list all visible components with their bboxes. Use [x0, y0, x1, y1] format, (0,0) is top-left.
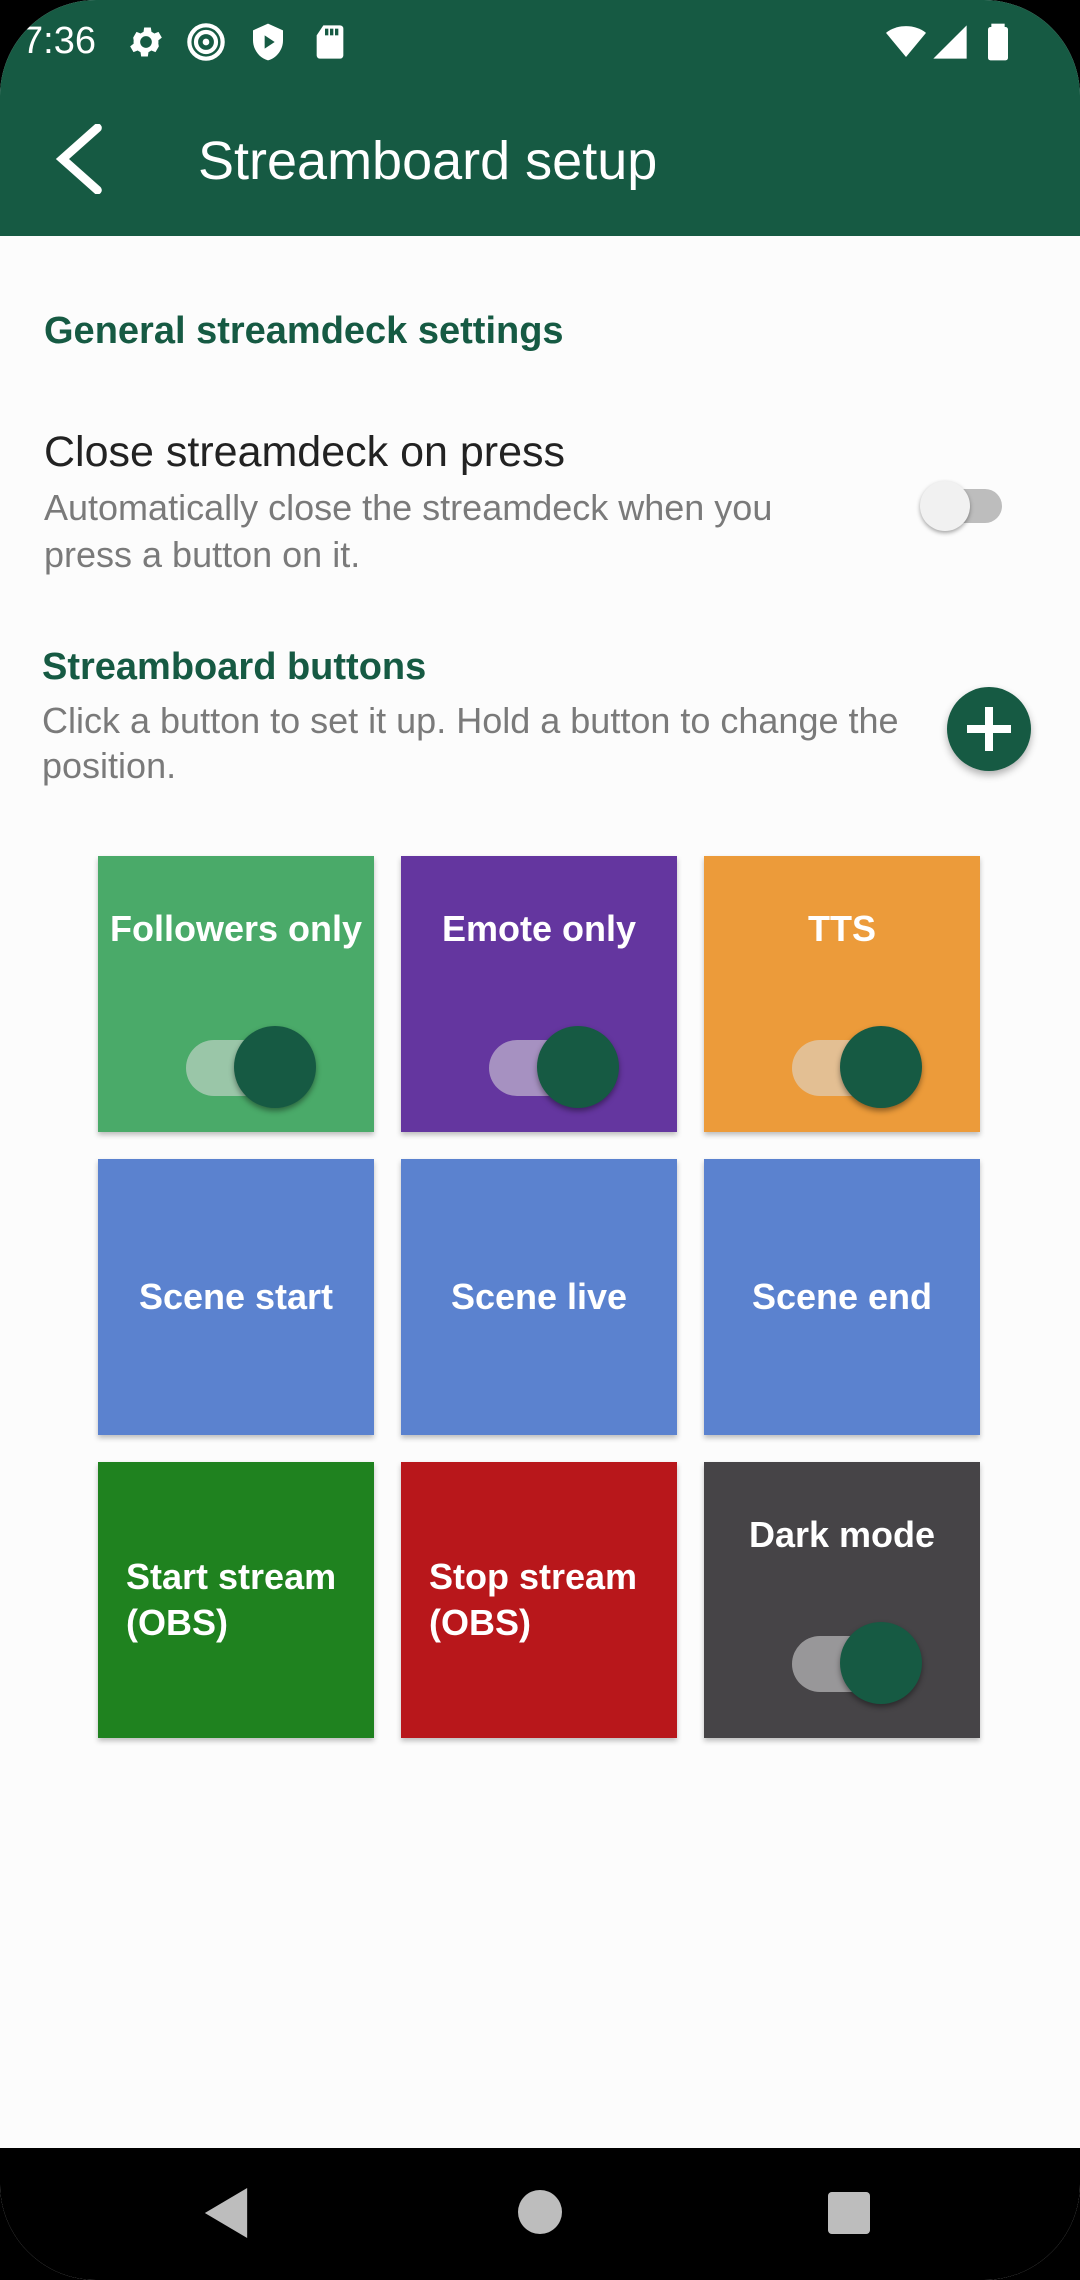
app-bar: 7:36 Streamboard setup [0, 0, 1080, 236]
wifi-icon [886, 26, 926, 57]
tile-dark-mode[interactable]: Dark mode [704, 1462, 980, 1738]
tile-tts[interactable]: TTS [704, 856, 980, 1132]
add-button-fab[interactable] [947, 687, 1031, 771]
tile-toggle[interactable] [792, 1622, 922, 1704]
status-time: 7:36 [22, 20, 96, 62]
gear-icon [130, 27, 162, 57]
tile-label: TTS [808, 908, 876, 949]
tile-scene-end[interactable]: Scene end [704, 1159, 980, 1435]
tile-scene-live[interactable]: Scene live [401, 1159, 677, 1435]
tile-label: Followers only [109, 908, 363, 949]
buttons-section-help: Click a button to set it up. Hold a butt… [42, 700, 899, 786]
switch-thumb [920, 481, 970, 531]
tile-label: Dark mode [748, 1514, 936, 1555]
nav-recents-icon[interactable] [828, 2192, 870, 2234]
tile-label: Emote only [441, 908, 637, 949]
shield-play-icon [253, 23, 283, 61]
status-bar: 7:36 [0, 0, 1080, 90]
tile-label: Scene live [450, 1276, 628, 1317]
close-on-press-title: Close streamdeck on press [44, 428, 565, 476]
toggle-thumb [840, 1622, 922, 1704]
buttons-section-title: Streamboard buttons [42, 646, 427, 688]
page-title: Streamboard setup [198, 131, 658, 191]
tile-label: Stop stream (OBS) [429, 1556, 638, 1643]
tile-followers-only[interactable]: Followers only [98, 856, 374, 1132]
screen: 7:36 Streamboard setup General streamdec… [0, 0, 1080, 2280]
toggle-thumb [234, 1026, 316, 1108]
streamboard-grid: Followers only Emote only TTS Scene star… [98, 856, 982, 1738]
spiral-icon [187, 23, 225, 61]
toggle-thumb [537, 1026, 619, 1108]
toggle-thumb [840, 1026, 922, 1108]
tile-toggle[interactable] [792, 1026, 922, 1108]
tile-stop-stream[interactable]: Stop stream (OBS) [401, 1462, 677, 1738]
battery-icon [988, 23, 1008, 61]
signal-icon [933, 25, 967, 59]
back-arrow-icon[interactable] [50, 124, 106, 194]
tile-emote-only[interactable]: Emote only [401, 856, 677, 1132]
nav-home-icon[interactable] [518, 2190, 562, 2234]
tile-label: Scene start [138, 1276, 334, 1317]
tile-toggle[interactable] [489, 1026, 619, 1108]
system-nav-bar [0, 2148, 1080, 2280]
close-on-press-summary: Automatically close the streamdeck when … [44, 487, 773, 575]
tile-label: Scene end [751, 1276, 933, 1317]
tile-start-stream[interactable]: Start stream (OBS) [98, 1462, 374, 1738]
general-section-title: General streamdeck settings [44, 310, 564, 352]
tile-toggle[interactable] [186, 1026, 316, 1108]
tile-scene-start[interactable]: Scene start [98, 1159, 374, 1435]
tile-label: Start stream (OBS) [126, 1556, 337, 1643]
sdcard-icon [316, 25, 344, 59]
close-on-press-switch[interactable] [920, 477, 1006, 531]
nav-back-icon[interactable] [204, 2188, 248, 2238]
